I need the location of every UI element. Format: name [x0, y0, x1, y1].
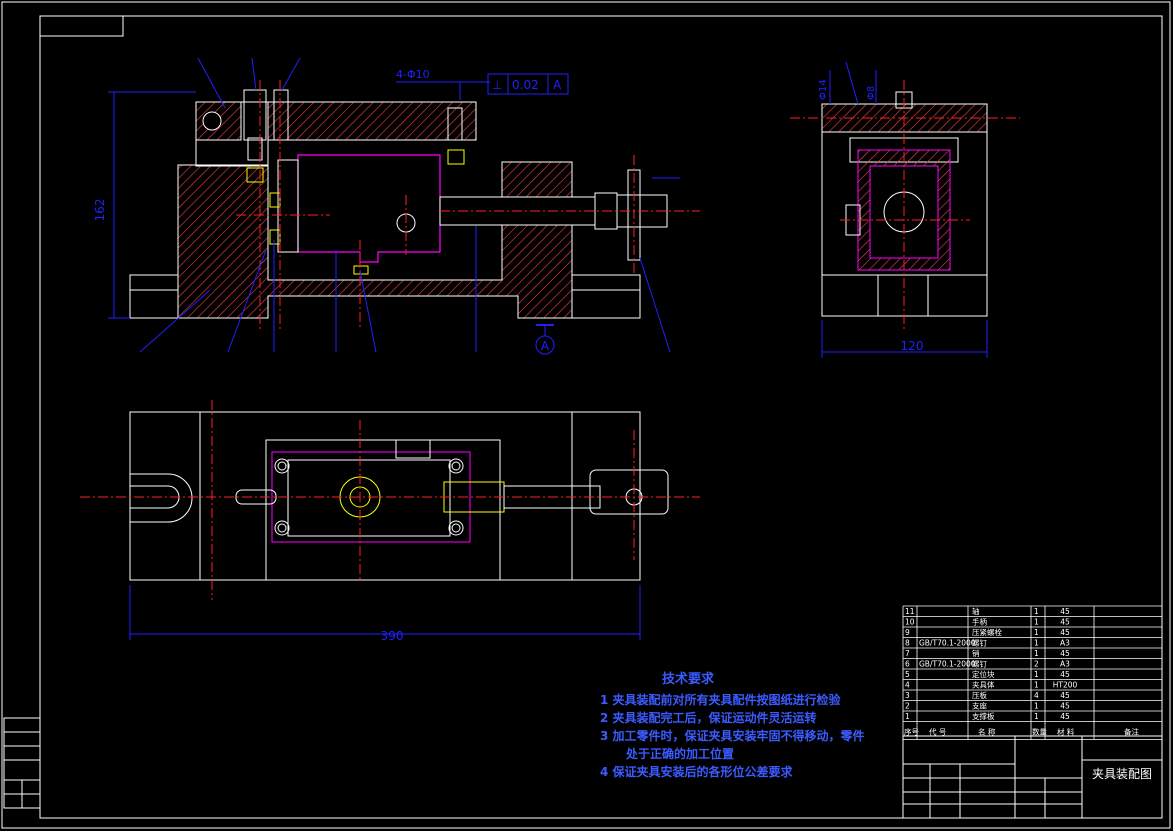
tolerance-datum: A: [553, 78, 562, 92]
top-view: 390: [80, 400, 700, 643]
part-qty: 2: [1034, 660, 1039, 669]
part-qty: 1: [1034, 712, 1039, 721]
part-material: 45: [1060, 618, 1070, 627]
part-qty: 4: [1034, 691, 1039, 700]
header-qty: 数量: [1032, 727, 1048, 737]
dim-height-162: 162: [93, 199, 107, 222]
front-view: 162 4-Φ10 ⊥ 0.02 A A: [93, 57, 700, 355]
sheet-border: [1, 1, 1171, 829]
part-name: 压板: [972, 690, 987, 700]
tech-title: 技术要求: [662, 672, 715, 687]
part-no: 10: [905, 618, 915, 627]
part-no: 2: [905, 702, 910, 711]
technical-requirements: 技术要求 1 夹具装配前对所有夹具配件按图纸进行检验 2 夹具装配完工后，保证运…: [600, 668, 865, 781]
part-no: 1: [905, 712, 910, 721]
part-material: A3: [1060, 660, 1070, 669]
header-material: 材 料: [1057, 727, 1075, 737]
drawing-title: 夹具装配图: [1092, 767, 1152, 781]
part-no: 11: [905, 607, 915, 616]
part-no: 5: [905, 670, 910, 679]
part-qty: 1: [1034, 628, 1039, 637]
part-qty: 1: [1034, 607, 1039, 616]
part-no: 9: [905, 628, 910, 637]
side-view: 120 Φ14 Φ8: [790, 61, 1020, 358]
part-code: GB/T70.1-2000: [919, 639, 976, 648]
part-qty: 1: [1034, 681, 1039, 690]
part-name: 手柄: [972, 617, 987, 627]
tech-line-3: 3 加工零件时，保证夹具安装牢固不得移动，零件: [600, 729, 865, 743]
part-name: 支座: [972, 701, 987, 711]
header-code: 代 号: [929, 727, 946, 737]
part-name: 定位块: [972, 669, 995, 679]
part-qty: 1: [1034, 702, 1039, 711]
part-name: 螺钉: [972, 638, 987, 648]
tolerance-symbol: ⊥: [492, 78, 502, 92]
tech-line-3b: 处于正确的加工位置: [626, 747, 735, 761]
tech-line-2: 2 夹具装配完工后，保证运动件灵活运转: [600, 711, 817, 725]
hole-spec: 4-Φ10: [396, 68, 430, 81]
tech-line-1: 1 夹具装配前对所有夹具配件按图纸进行检验: [600, 693, 841, 707]
revision-strip: [3, 717, 41, 809]
part-name: 支撑板: [972, 711, 995, 721]
part-material: HT200: [1053, 681, 1078, 690]
parts-list: 11 轴 1 4510 手柄 1 459 压紧螺栓 1 458 GB/T70.1-2000螺钉 1 A3…: [902, 605, 1163, 740]
part-material: 45: [1060, 702, 1070, 711]
part-material: 45: [1060, 649, 1070, 658]
part-material: 45: [1060, 607, 1070, 616]
part-qty: 1: [1034, 670, 1039, 679]
part-material: 45: [1060, 691, 1070, 700]
dim-length-390: 390: [381, 629, 404, 643]
header-name: 名 称: [978, 727, 996, 737]
tech-line-4: 4 保证夹具安装后的各形位公差要求: [600, 765, 793, 779]
part-no: 6: [905, 660, 910, 669]
part-no: 7: [905, 649, 910, 658]
part-material: 45: [1060, 712, 1070, 721]
header-remark: 备注: [1124, 727, 1140, 737]
part-qty: 1: [1034, 649, 1039, 658]
part-material: 45: [1060, 670, 1070, 679]
part-material: 45: [1060, 628, 1070, 637]
side-dim-1: Φ14: [818, 79, 829, 100]
part-name: 轴: [972, 606, 980, 616]
part-no: 3: [905, 691, 910, 700]
dim-width-120: 120: [901, 339, 924, 353]
part-qty: 1: [1034, 618, 1039, 627]
cad-drawing: 162 4-Φ10 ⊥ 0.02 A A 120 Φ14 Φ8 390 11 轴…: [1, 1, 1171, 829]
part-no: 8: [905, 639, 910, 648]
part-no: 4: [905, 681, 910, 690]
part-name: 销: [972, 648, 980, 658]
datum-marker: A: [541, 339, 550, 353]
part-material: A3: [1060, 639, 1070, 648]
part-qty: 1: [1034, 639, 1039, 648]
header-no: 序号: [904, 727, 919, 737]
part-name: 螺钉: [972, 659, 987, 669]
side-dim-2: Φ8: [866, 86, 877, 100]
part-name: 夹具体: [972, 680, 995, 690]
tolerance-value: 0.02: [512, 78, 539, 92]
part-name: 压紧螺栓: [972, 627, 1002, 637]
part-code: GB/T70.1-2000: [919, 660, 976, 669]
